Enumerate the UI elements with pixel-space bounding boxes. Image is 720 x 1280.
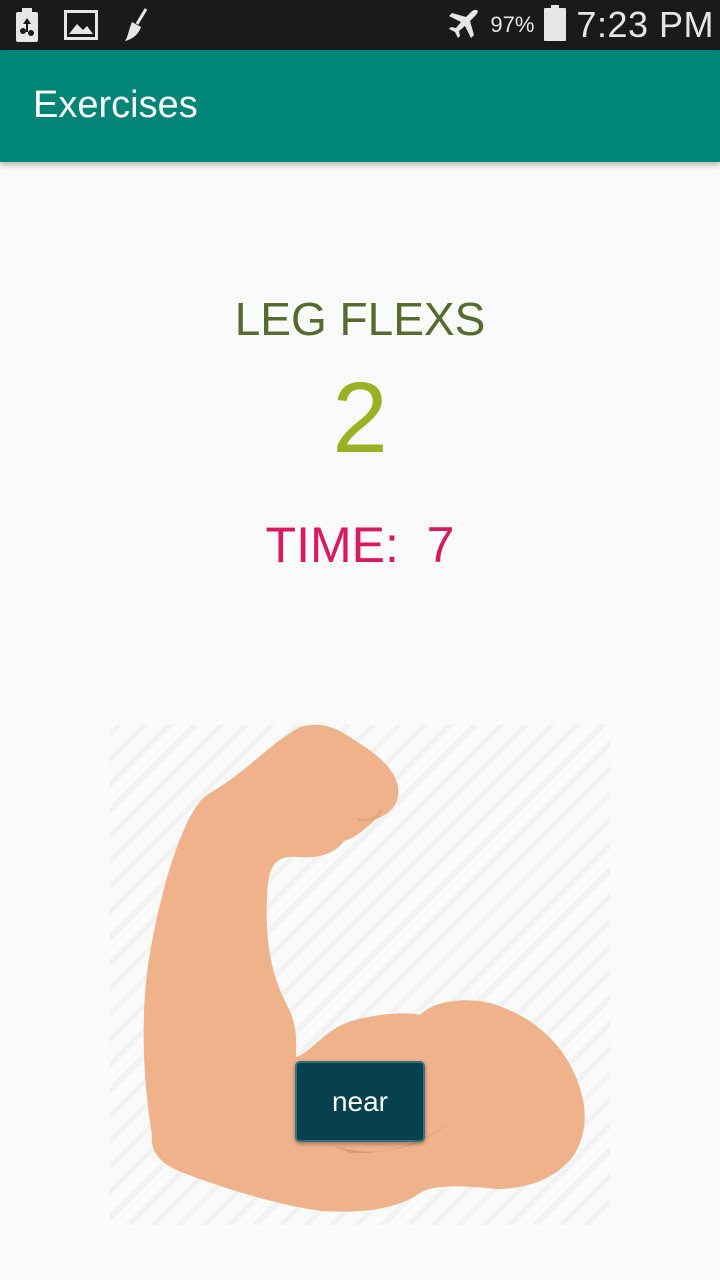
app-bar: Exercises <box>0 50 720 162</box>
repetition-count: 2 <box>332 362 388 474</box>
battery-percentage: 97% <box>490 12 535 37</box>
flexed-arm-illustration <box>100 715 620 1225</box>
timer: TIME: 7 <box>0 520 720 570</box>
battery-icon <box>544 4 567 46</box>
app-title: Exercises <box>33 84 198 126</box>
exercise-screen: 97% 7:23 PM Exercises LEG FLEXS 2 TIME: … <box>0 0 720 1280</box>
status-bar-notifications <box>14 8 150 42</box>
image-icon <box>64 10 98 40</box>
near-button[interactable]: near <box>295 1061 425 1142</box>
battery-saver-icon <box>14 8 40 42</box>
status-bar: 97% 7:23 PM <box>0 0 720 50</box>
timer-value: 7 <box>426 517 455 573</box>
status-clock: 7:23 PM <box>576 4 714 45</box>
timer-label: TIME: <box>265 517 399 573</box>
exercise-name: LEG FLEXS <box>234 293 486 345</box>
broom-icon <box>122 8 150 42</box>
airplane-icon <box>448 7 480 44</box>
status-bar-system: 97% 7:23 PM <box>448 0 714 50</box>
